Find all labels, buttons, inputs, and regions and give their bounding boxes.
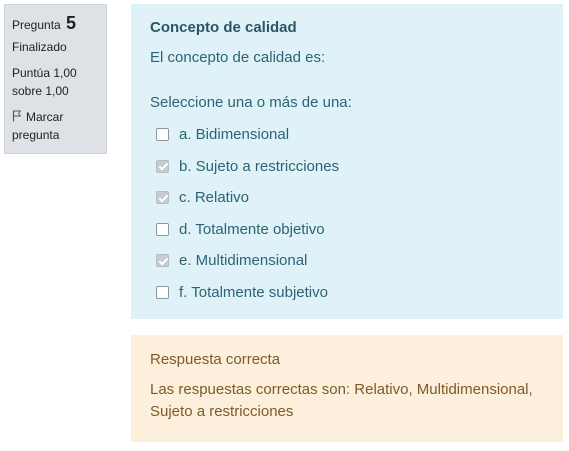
flag-question-link[interactable]: Marcar pregunta xyxy=(12,108,99,144)
answer-label: f. Totalmente subjetivo xyxy=(179,283,328,301)
answer-label: e. Multidimensional xyxy=(179,252,308,270)
answer-label: d. Totalmente objetivo xyxy=(179,220,325,238)
question-number: 5 xyxy=(66,13,77,33)
question-text: El concepto de calidad es: xyxy=(150,49,326,66)
answer-checkbox[interactable] xyxy=(156,128,169,142)
answer-label: a. Bidimensional xyxy=(179,126,290,144)
question-label: Pregunta xyxy=(12,18,61,32)
answer-option-c[interactable]: c. Relativo xyxy=(150,182,544,214)
answer-option-b[interactable]: b. Sujeto a restricciones xyxy=(150,151,544,183)
answer-checkbox[interactable] xyxy=(156,254,169,268)
answer-label: c. Relativo xyxy=(179,189,250,207)
question-page: Pregunta 5 Finalizado Puntúa 1,00 sobre … xyxy=(0,0,569,451)
question-formulation: Concepto de calidad El concepto de calid… xyxy=(131,4,563,319)
answer-list: a. Bidimensional b. Sujeto a restriccion… xyxy=(150,119,544,308)
answer-checkbox[interactable] xyxy=(156,191,169,205)
answer-checkbox[interactable] xyxy=(156,222,169,236)
right-answer-text: Las respuestas correctas son: Relativo, … xyxy=(150,381,533,420)
answer-checkbox[interactable] xyxy=(156,285,169,299)
answer-option-f[interactable]: f. Totalmente subjetivo xyxy=(150,277,544,309)
question-grade: Puntúa 1,00 sobre 1,00 xyxy=(12,66,77,98)
answer-option-d[interactable]: d. Totalmente objetivo xyxy=(150,214,544,246)
question-number-line: Pregunta 5 xyxy=(12,12,99,34)
feedback-text: Respuesta correcta xyxy=(150,351,281,368)
answer-option-e[interactable]: e. Multidimensional xyxy=(150,245,544,277)
question-outcome: Respuesta correcta Las respuestas correc… xyxy=(131,335,563,442)
question-title: Concepto de calidad xyxy=(150,19,297,36)
flag-icon xyxy=(12,109,22,122)
question-state: Finalizado xyxy=(12,40,67,54)
question-info-panel: Pregunta 5 Finalizado Puntúa 1,00 sobre … xyxy=(4,4,107,154)
answer-label: b. Sujeto a restricciones xyxy=(179,157,340,175)
answer-option-a[interactable]: a. Bidimensional xyxy=(150,119,544,151)
answer-prompt: Seleccione una o más de una: xyxy=(150,94,352,111)
answer-checkbox[interactable] xyxy=(156,159,169,173)
